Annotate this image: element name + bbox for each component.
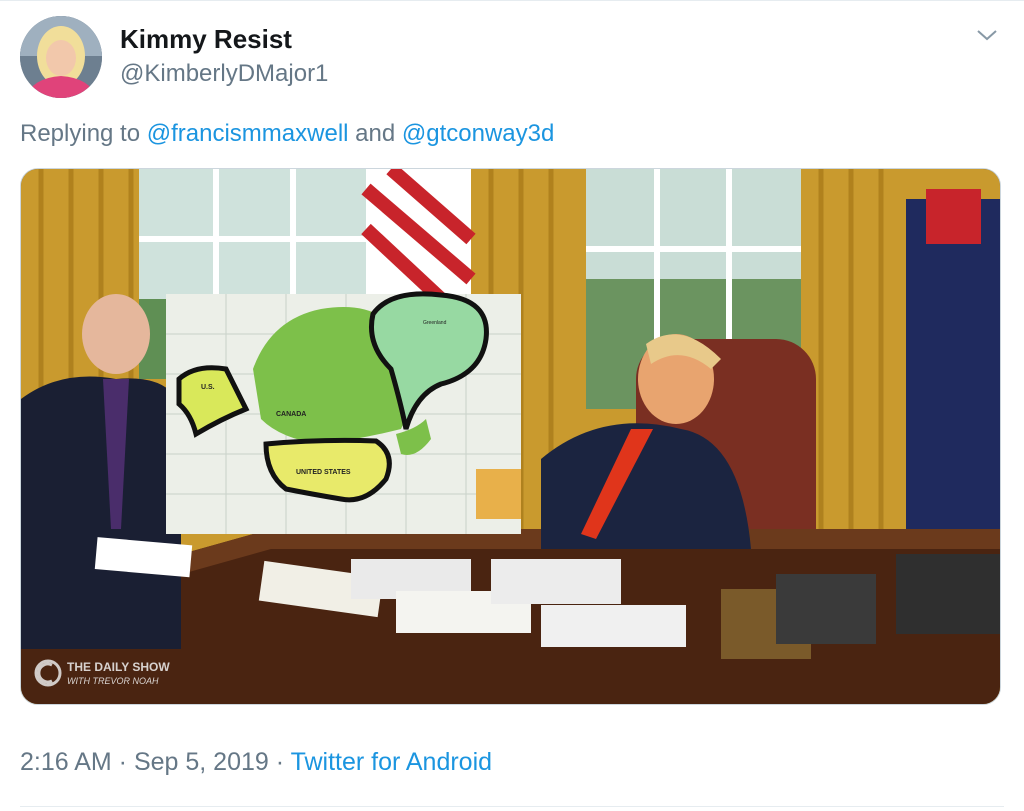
tweet-media-image[interactable]: U.S. CANADA UNITED STATES Greenland THE … <box>20 168 1001 705</box>
reply-user-link-1[interactable]: @francismmaxwell <box>147 120 349 147</box>
tweet-source-link[interactable]: Twitter for Android <box>291 748 492 776</box>
watermark-title: THE DAILY SHOW <box>67 660 170 674</box>
map-label-canada: CANADA <box>276 411 306 418</box>
author-handle[interactable]: @KimberlyDMajor1 <box>120 60 328 88</box>
oval-office-photo: U.S. CANADA UNITED STATES Greenland THE … <box>21 169 1000 704</box>
watermark-subtitle: WITH TREVOR NOAH <box>67 676 159 686</box>
avatar-image <box>20 16 102 98</box>
tweet-date[interactable]: Sep 5, 2019 <box>134 748 269 776</box>
map-label-us: U.S. <box>201 384 215 391</box>
map-label-united-states: UNITED STATES <box>296 469 351 476</box>
chevron-down-icon[interactable] <box>974 24 1000 46</box>
replying-and: and <box>348 120 402 147</box>
replying-prefix: Replying to <box>20 120 147 147</box>
map-label-greenland: Greenland <box>423 320 447 326</box>
meta-separator-2: · <box>268 748 291 776</box>
replying-to: Replying to @francismmaxwell and @gtconw… <box>20 120 554 148</box>
top-divider <box>0 0 1024 1</box>
tweet-time[interactable]: 2:16 AM <box>20 748 112 776</box>
avatar[interactable] <box>20 16 102 98</box>
reply-user-link-2[interactable]: @gtconway3d <box>402 120 554 147</box>
bottom-divider <box>20 806 1004 807</box>
tweet-metadata: 2:16 AM · Sep 5, 2019 · Twitter for Andr… <box>20 748 492 777</box>
author-name[interactable]: Kimmy Resist <box>120 24 292 55</box>
meta-separator-1: · <box>111 748 134 776</box>
